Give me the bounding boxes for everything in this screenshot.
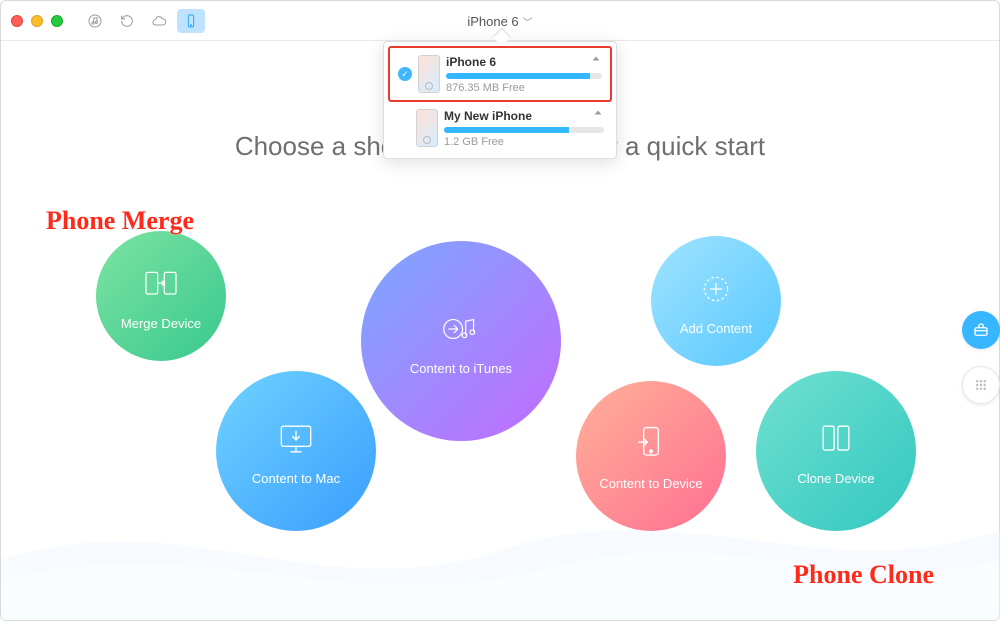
content-to-device-icon [629, 422, 673, 466]
device-dropdown: ✓ iPhone 6 876.35 MB Free ✓ My New iPhon… [383, 41, 617, 159]
device-info: iPhone 6 876.35 MB Free [446, 54, 602, 94]
toolbox-button[interactable] [962, 311, 1000, 349]
eject-icon[interactable] [592, 108, 604, 123]
app-window: iPhone 6 ﹀ ✓ iPhone 6 876.35 MB Free ✓ M… [0, 0, 1000, 621]
merge-device-icon [139, 262, 183, 306]
content-to-itunes-icon [439, 307, 483, 351]
circle-label: Content to Mac [252, 471, 340, 486]
zoom-window-icon[interactable] [51, 15, 63, 27]
close-window-icon[interactable] [11, 15, 23, 27]
device-name: iPhone 6 [446, 55, 496, 69]
eject-icon[interactable] [590, 54, 602, 69]
device-option-mynewiphone[interactable]: ✓ My New iPhone 1.2 GB Free [388, 102, 612, 154]
content-to-itunes-button[interactable]: Content to iTunes [361, 241, 561, 441]
backup-history-icon[interactable] [113, 9, 141, 33]
category-grid-button[interactable] [962, 366, 1000, 404]
device-selector-label: iPhone 6 [467, 14, 518, 29]
check-icon: ✓ [398, 67, 412, 81]
content-to-mac-icon [274, 417, 318, 461]
icloud-icon[interactable] [145, 9, 173, 33]
storage-bar [444, 127, 604, 133]
circle-label: Content to iTunes [410, 361, 512, 376]
minimize-window-icon[interactable] [31, 15, 43, 27]
circle-label: Clone Device [797, 471, 874, 486]
circle-label: Content to Device [599, 476, 702, 491]
content-to-device-button[interactable]: Content to Device [576, 381, 726, 531]
device-thumbnail-icon [416, 109, 438, 147]
annotation-clone: Phone Clone [793, 560, 934, 590]
chevron-down-icon: ﹀ [523, 14, 533, 29]
clone-device-button[interactable]: Clone Device [756, 371, 916, 531]
device-name: My New iPhone [444, 109, 532, 123]
window-controls [11, 15, 63, 27]
content-to-mac-button[interactable]: Content to Mac [216, 371, 376, 531]
annotation-merge: Phone Merge [46, 206, 194, 236]
itunes-library-icon[interactable] [81, 9, 109, 33]
add-content-button[interactable]: Add Content [651, 236, 781, 366]
circle-label: Merge Device [121, 316, 201, 331]
device-option-iphone6[interactable]: ✓ iPhone 6 876.35 MB Free [388, 46, 612, 102]
storage-free: 1.2 GB Free [444, 136, 604, 148]
device-thumbnail-icon [418, 55, 440, 93]
device-info: My New iPhone 1.2 GB Free [444, 108, 604, 148]
clone-device-icon [814, 417, 858, 461]
storage-free: 876.35 MB Free [446, 82, 602, 94]
merge-device-button[interactable]: Merge Device [96, 231, 226, 361]
source-toolbar [81, 9, 205, 33]
circle-label: Add Content [680, 321, 752, 336]
device-tab-icon[interactable] [177, 9, 205, 33]
add-content-icon [694, 267, 738, 311]
storage-bar [446, 73, 602, 79]
